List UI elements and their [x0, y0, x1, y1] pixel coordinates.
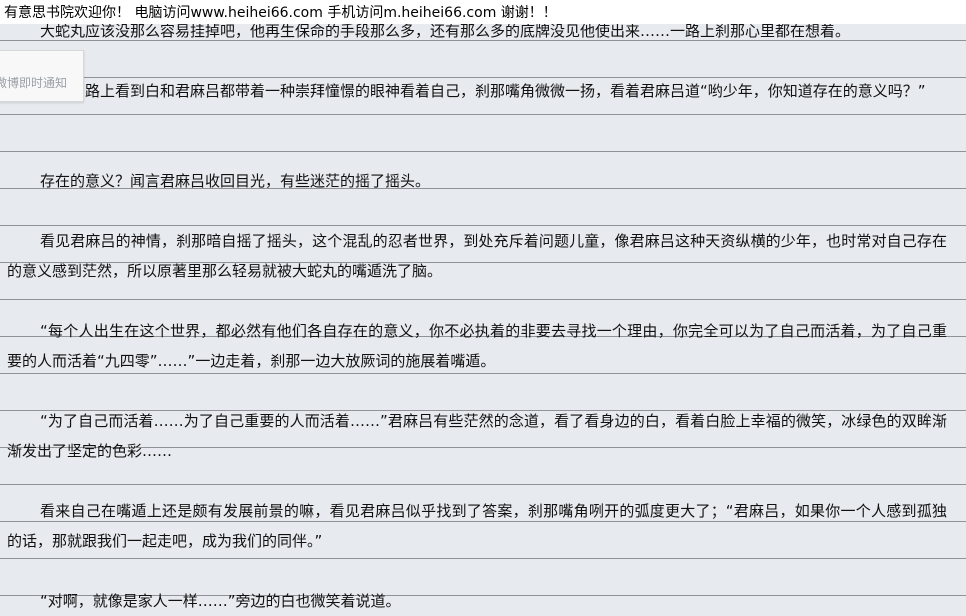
paragraph-7: 看来自己在嘴遁上还是颇有发展前景的嘛，看见君麻吕似乎找到了答案，刹那嘴角咧开的弧… [7, 502, 947, 550]
paragraph-5: “每个人出生在这个世界，都必然有他们各自存在的意义，你不必执着的非要去寻找一个理… [7, 322, 947, 370]
site-banner-text: 有意思书院欢迎你！ 电脑访问www.heihei66.com 手机访问m.hei… [4, 5, 557, 21]
paragraph-3: 存在的意义？闻言君麻吕收回目光，有些迷茫的摇了摇头。 [40, 172, 431, 190]
chapter-content: 大蛇丸应该没那么容易挂掉吧，他再生保命的手段那么多，还有那么多的底牌没见他使出来… [0, 0, 966, 610]
notification-popup[interactable]: 微博即时通知 [0, 50, 84, 102]
notification-popup-text[interactable]: 微博即时通知 [0, 74, 67, 91]
site-banner: 有意思书院欢迎你！ 电脑访问www.heihei66.com 手机访问m.hei… [0, 0, 966, 24]
paragraph-8: “对啊，就像是家人一样……”旁边的白也微笑着说道。 [40, 592, 401, 610]
paragraph-2: 一路的路上看到白和君麻吕都带着一种崇拜憧憬的眼神看着自己，刹那嘴角微微一扬，看着… [40, 82, 926, 100]
paragraph-6: “为了自己而活着……为了自己重要的人而活着……”君麻吕有些茫然的念道，看了看身边… [7, 412, 947, 460]
paragraph-4: 看见君麻吕的神情，刹那暗自摇了摇头，这个混乱的忍者世界，到处充斥着问题儿童，像君… [7, 232, 947, 280]
